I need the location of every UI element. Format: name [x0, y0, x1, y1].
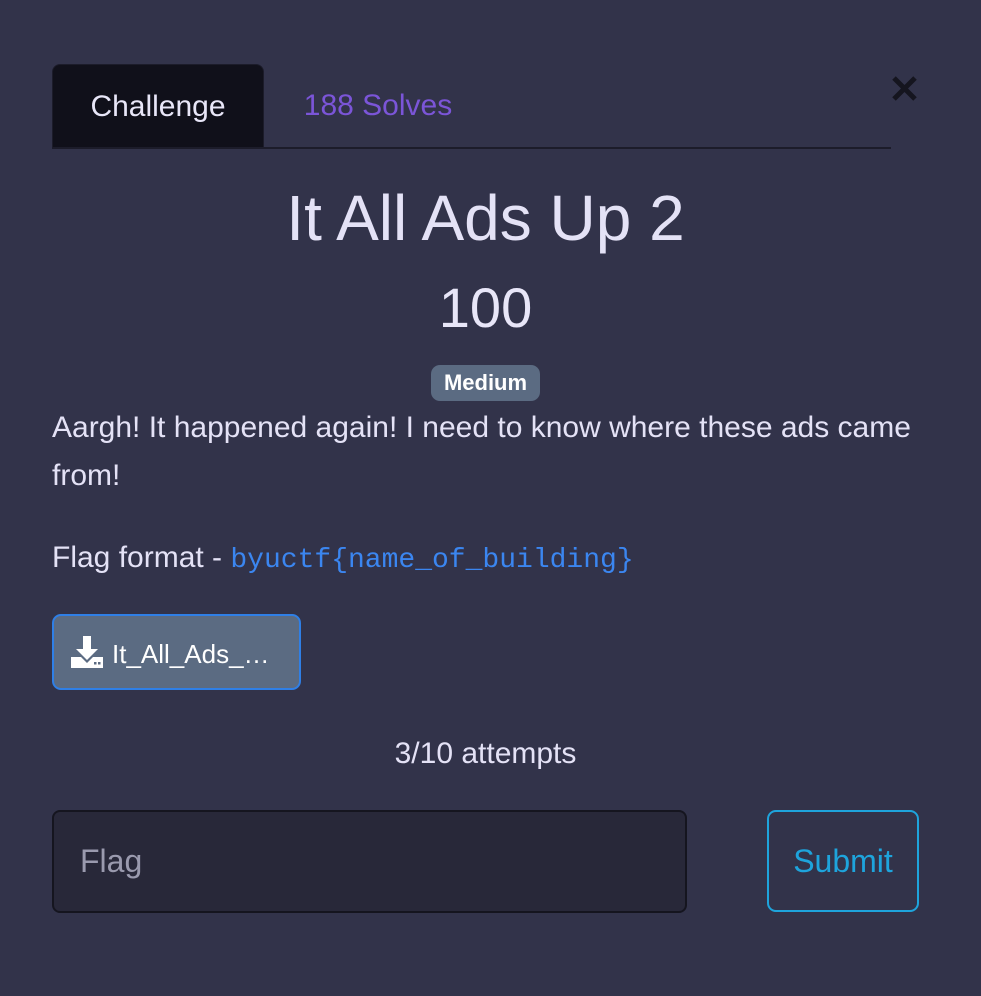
download-file-label: It_All_Ads_…	[112, 639, 270, 669]
challenge-title: It All Ads Up 2	[286, 182, 685, 254]
download-file-button[interactable]: It_All_Ads_…	[52, 614, 301, 690]
difficulty-badge: Medium	[431, 365, 540, 401]
modal-tabs: Challenge 188 Solves	[52, 64, 891, 149]
tab-challenge[interactable]: Challenge	[52, 64, 264, 147]
flag-format-line: Flag format - byuctf{name_of_building}	[52, 534, 912, 585]
flag-format-code: byuctf{name_of_building}	[230, 545, 634, 576]
flag-input[interactable]	[52, 810, 687, 913]
challenge-points: 100	[438, 276, 533, 339]
tab-solves[interactable]: 188 Solves	[278, 64, 478, 147]
challenge-modal: Challenge 188 Solves It All Ads Up 2 100…	[0, 0, 981, 996]
challenge-description: Aargh! It happened again! I need to know…	[52, 411, 911, 492]
flag-format-label: Flag format -	[52, 541, 231, 574]
download-icon	[71, 636, 103, 668]
submit-button[interactable]: Submit	[767, 810, 919, 912]
attempts-counter: 3/10 attempts	[394, 737, 577, 770]
close-button[interactable]	[884, 68, 926, 110]
close-icon	[892, 76, 917, 101]
